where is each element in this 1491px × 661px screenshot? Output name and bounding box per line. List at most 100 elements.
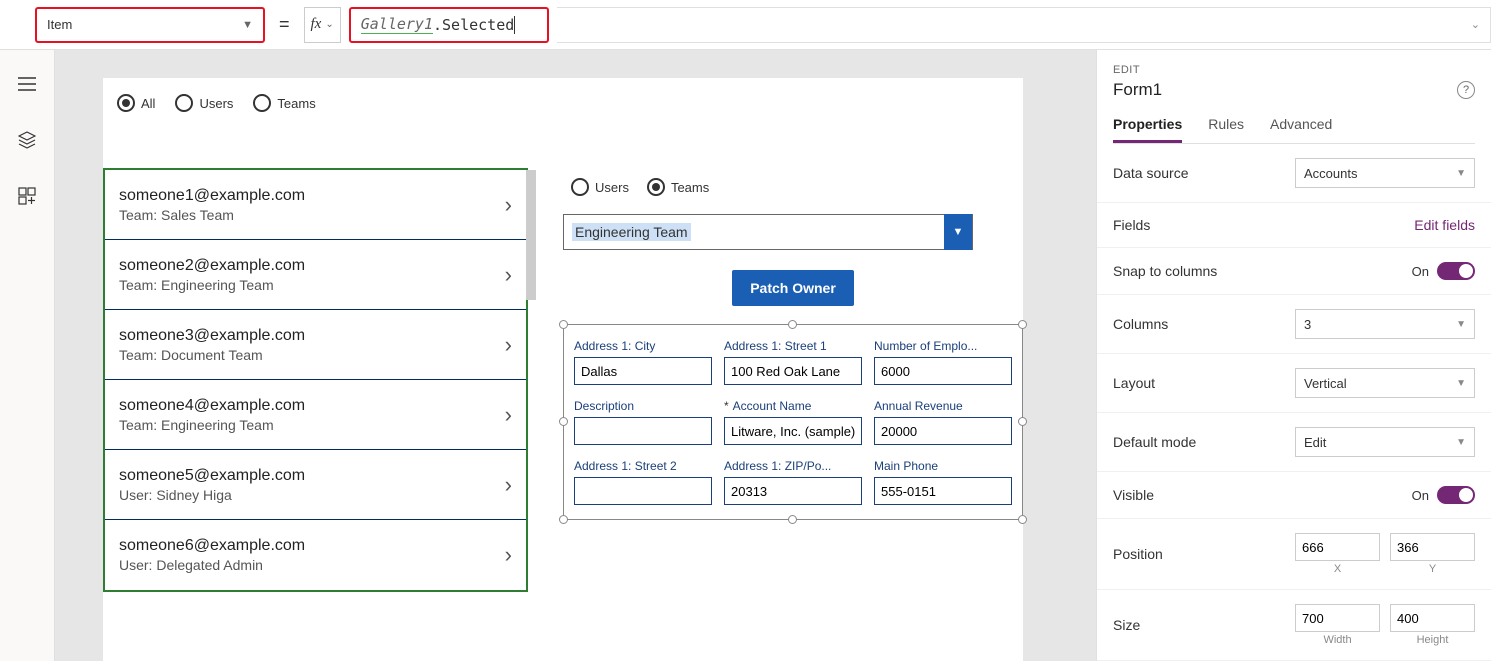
edit-fields-link[interactable]: Edit fields bbox=[1414, 217, 1475, 233]
chevron-down-icon: ▼ bbox=[1456, 319, 1466, 330]
gallery-control[interactable]: someone1@example.com Team: Sales Team › … bbox=[103, 168, 528, 592]
position-x-input[interactable] bbox=[1295, 533, 1380, 561]
row-label: Data source bbox=[1113, 165, 1188, 181]
dropdown-value: 3 bbox=[1304, 317, 1311, 332]
description-input[interactable] bbox=[574, 417, 712, 445]
tab-properties[interactable]: Properties bbox=[1113, 116, 1182, 143]
phone-input[interactable] bbox=[874, 477, 1012, 505]
account-name-input[interactable] bbox=[724, 417, 862, 445]
item-subtitle: User: Sidney Higa bbox=[119, 487, 305, 503]
item-subtitle: Team: Document Team bbox=[119, 347, 305, 363]
radio-teams[interactable]: Teams bbox=[253, 94, 315, 112]
filter-radio-group: All Users Teams bbox=[103, 78, 1023, 120]
list-item[interactable]: someone5@example.com User: Sidney Higa › bbox=[105, 450, 526, 520]
data-source-dropdown[interactable]: Accounts ▼ bbox=[1295, 158, 1475, 188]
chevron-down-icon: ▼ bbox=[1456, 378, 1466, 389]
patch-owner-button[interactable]: Patch Owner bbox=[732, 270, 854, 306]
input-sublabel: Width bbox=[1323, 634, 1351, 646]
position-row: Position X Y bbox=[1097, 519, 1491, 590]
item-title: someone5@example.com bbox=[119, 467, 305, 485]
row-label: Columns bbox=[1113, 316, 1168, 332]
resize-handle[interactable] bbox=[1018, 320, 1027, 329]
canvas-right-column: Users Teams Engineering Team ▼ Patch Own… bbox=[563, 178, 1023, 520]
chevron-down-icon: ▼ bbox=[242, 19, 253, 31]
list-item[interactable]: someone3@example.com Team: Document Team… bbox=[105, 310, 526, 380]
hamburger-icon[interactable] bbox=[17, 74, 37, 94]
chevron-down-icon: ⌄ bbox=[1471, 18, 1480, 31]
tab-rules[interactable]: Rules bbox=[1208, 116, 1244, 143]
resize-handle[interactable] bbox=[559, 320, 568, 329]
chevron-down-icon: ▼ bbox=[1456, 437, 1466, 448]
item-title: someone3@example.com bbox=[119, 327, 305, 345]
zip-input[interactable] bbox=[724, 477, 862, 505]
radio-label: All bbox=[141, 96, 155, 111]
chevron-right-icon[interactable]: › bbox=[505, 402, 512, 428]
tab-advanced[interactable]: Advanced bbox=[1270, 116, 1332, 143]
resize-handle[interactable] bbox=[559, 515, 568, 524]
layout-dropdown[interactable]: Vertical ▼ bbox=[1295, 368, 1475, 398]
street2-input[interactable] bbox=[574, 477, 712, 505]
radio-label: Teams bbox=[277, 96, 315, 111]
input-sublabel: X bbox=[1334, 563, 1341, 575]
property-dropdown[interactable]: Item ▼ bbox=[35, 7, 265, 43]
toggle-value: On bbox=[1412, 488, 1429, 503]
item-subtitle: Team: Engineering Team bbox=[119, 277, 305, 293]
chevron-right-icon[interactable]: › bbox=[505, 542, 512, 568]
formula-expand[interactable]: ⌄ bbox=[557, 7, 1491, 43]
fields-row: Fields Edit fields bbox=[1097, 203, 1491, 248]
list-item[interactable]: someone6@example.com User: Delegated Adm… bbox=[105, 520, 526, 590]
radio-icon bbox=[571, 178, 589, 196]
resize-handle[interactable] bbox=[1018, 515, 1027, 524]
chevron-down-icon: ▼ bbox=[944, 214, 972, 250]
panel-title: Form1 bbox=[1113, 80, 1162, 100]
radio-users[interactable]: Users bbox=[175, 94, 233, 112]
list-item[interactable]: someone4@example.com Team: Engineering T… bbox=[105, 380, 526, 450]
resize-handle[interactable] bbox=[559, 417, 568, 426]
resize-handle[interactable] bbox=[788, 515, 797, 524]
position-y-input[interactable] bbox=[1390, 533, 1475, 561]
radio-icon bbox=[175, 94, 193, 112]
equals-sign: = bbox=[279, 14, 290, 35]
height-input[interactable] bbox=[1390, 604, 1475, 632]
width-input[interactable] bbox=[1295, 604, 1380, 632]
chevron-right-icon[interactable]: › bbox=[505, 262, 512, 288]
size-row: Size Width Height bbox=[1097, 590, 1491, 661]
city-input[interactable] bbox=[574, 357, 712, 385]
chevron-right-icon[interactable]: › bbox=[505, 192, 512, 218]
formula-input[interactable]: Gallery1.Selected bbox=[349, 7, 549, 43]
radio-teams[interactable]: Teams bbox=[647, 178, 709, 196]
radio-all[interactable]: All bbox=[117, 94, 155, 112]
canvas-area[interactable]: All Users Teams so bbox=[55, 50, 1096, 661]
radio-users[interactable]: Users bbox=[571, 178, 629, 196]
chevron-right-icon[interactable]: › bbox=[505, 332, 512, 358]
fx-button[interactable]: fx ⌄ bbox=[304, 7, 341, 43]
help-icon[interactable]: ? bbox=[1457, 81, 1475, 99]
list-item[interactable]: someone1@example.com Team: Sales Team › bbox=[105, 170, 526, 240]
list-item[interactable]: someone2@example.com Team: Engineering T… bbox=[105, 240, 526, 310]
chevron-down-icon: ▼ bbox=[1456, 168, 1466, 179]
team-dropdown[interactable]: Engineering Team ▼ bbox=[563, 214, 973, 250]
item-title: someone6@example.com bbox=[119, 537, 305, 555]
components-icon[interactable] bbox=[17, 186, 37, 206]
field-label: Number of Emplo... bbox=[874, 339, 1012, 353]
panel-mode-label: EDIT bbox=[1113, 64, 1475, 76]
radio-label: Users bbox=[199, 96, 233, 111]
snap-toggle[interactable] bbox=[1437, 262, 1475, 280]
dropdown-value: Edit bbox=[1304, 435, 1326, 450]
street1-input[interactable] bbox=[724, 357, 862, 385]
revenue-input[interactable] bbox=[874, 417, 1012, 445]
columns-dropdown[interactable]: 3 ▼ bbox=[1295, 309, 1475, 339]
item-subtitle: User: Delegated Admin bbox=[119, 557, 305, 573]
row-label: Position bbox=[1113, 546, 1163, 562]
scrollbar-thumb[interactable] bbox=[526, 170, 536, 300]
chevron-right-icon[interactable]: › bbox=[505, 472, 512, 498]
resize-handle[interactable] bbox=[788, 320, 797, 329]
employees-input[interactable] bbox=[874, 357, 1012, 385]
visible-toggle[interactable] bbox=[1437, 486, 1475, 504]
resize-handle[interactable] bbox=[1018, 417, 1027, 426]
formula-suffix: .Selected bbox=[433, 16, 514, 34]
row-label: Layout bbox=[1113, 375, 1155, 391]
default-mode-dropdown[interactable]: Edit ▼ bbox=[1295, 427, 1475, 457]
form-control[interactable]: Address 1: City Address 1: Street 1 Numb… bbox=[563, 324, 1023, 520]
layers-icon[interactable] bbox=[17, 130, 37, 150]
